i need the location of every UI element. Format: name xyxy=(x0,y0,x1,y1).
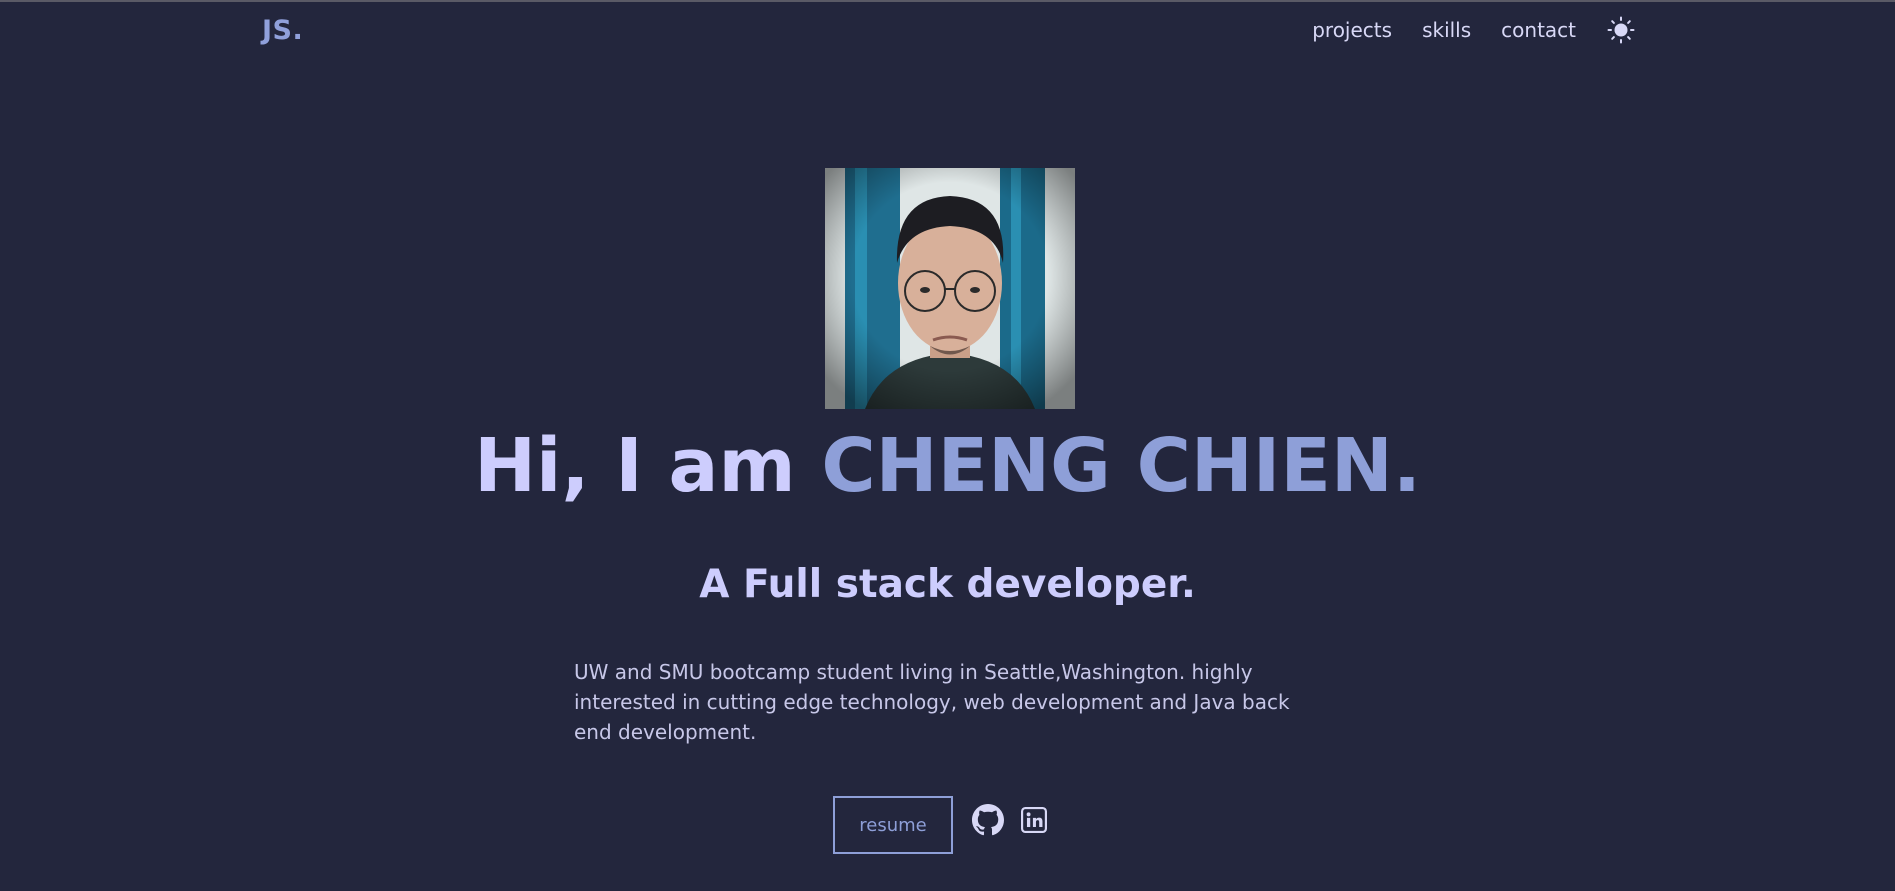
hero-actions: resume xyxy=(833,796,1051,854)
hero-role: A Full stack developer. xyxy=(699,562,1196,607)
linkedin-link[interactable] xyxy=(1017,803,1051,837)
profile-photo xyxy=(825,168,1075,409)
main-nav: projects skills contact xyxy=(1282,15,1636,45)
theme-toggle-button[interactable] xyxy=(1606,15,1636,45)
nav-link-projects[interactable]: projects xyxy=(1312,18,1392,42)
github-link[interactable] xyxy=(971,803,1005,837)
resume-button[interactable]: resume xyxy=(833,796,953,854)
nav-link-contact[interactable]: contact xyxy=(1501,18,1576,42)
window-top-border xyxy=(0,0,1895,2)
github-icon xyxy=(972,804,1004,836)
site-header: JS. projects skills contact xyxy=(262,10,1636,50)
hero-heading: Hi, I am CHENG CHIEN. xyxy=(0,418,1895,514)
logo[interactable]: JS. xyxy=(262,15,303,46)
hero-bio: UW and SMU bootcamp student living in Se… xyxy=(574,660,1290,744)
hero-greeting: Hi, I am xyxy=(474,423,796,509)
hero-name: CHENG CHIEN. xyxy=(821,423,1421,509)
nav-link-skills[interactable]: skills xyxy=(1422,18,1471,42)
linkedin-icon xyxy=(1021,807,1047,833)
sun-icon xyxy=(1607,16,1635,44)
